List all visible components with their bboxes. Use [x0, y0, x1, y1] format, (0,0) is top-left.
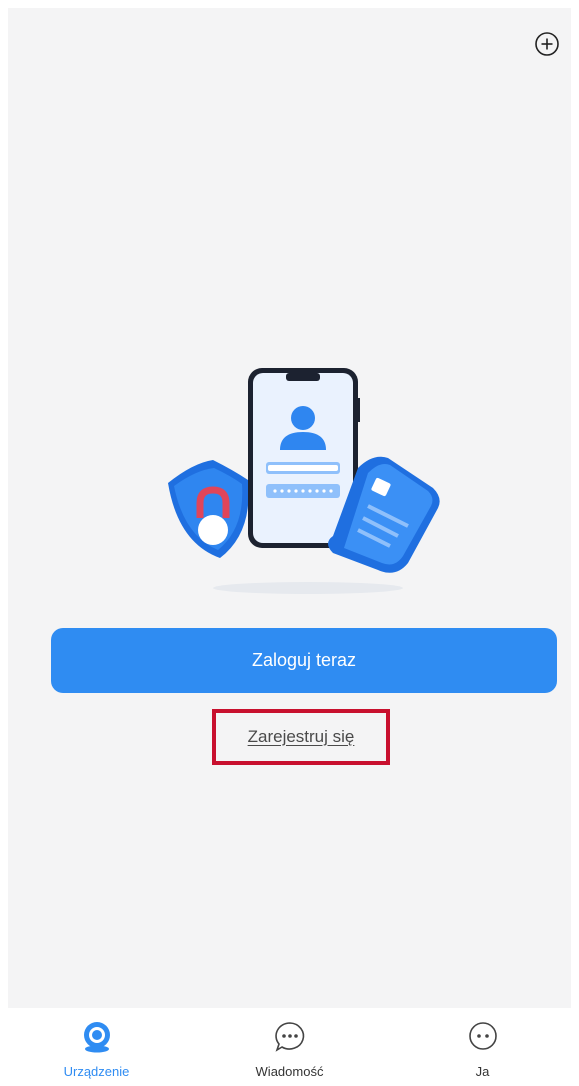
- profile-bubble-icon: [468, 1022, 497, 1050]
- message-bubble-icon: [274, 1022, 304, 1052]
- tab-me[interactable]: Ja: [386, 1008, 579, 1086]
- register-link[interactable]: Zarejestruj się: [248, 727, 355, 747]
- main-content: Zaloguj teraz Zarejestruj się: [8, 8, 571, 1008]
- plus-circle-icon: [535, 32, 559, 56]
- bottom-tab-bar: Urządzenie Wiadomość Ja: [0, 1008, 579, 1086]
- login-button[interactable]: Zaloguj teraz: [51, 628, 557, 693]
- login-illustration: [168, 368, 440, 594]
- register-highlight-box: Zarejestruj się: [212, 709, 390, 765]
- tab-device[interactable]: Urządzenie: [0, 1008, 193, 1086]
- add-device-button[interactable]: [534, 31, 560, 57]
- camera-device-icon: [83, 1022, 110, 1053]
- tab-label-message: Wiadomość: [255, 1064, 324, 1079]
- shield-lock-icon: [168, 460, 249, 558]
- tab-label-me: Ja: [475, 1064, 490, 1079]
- tab-message[interactable]: Wiadomość: [193, 1008, 386, 1086]
- tab-label-device: Urządzenie: [63, 1064, 130, 1079]
